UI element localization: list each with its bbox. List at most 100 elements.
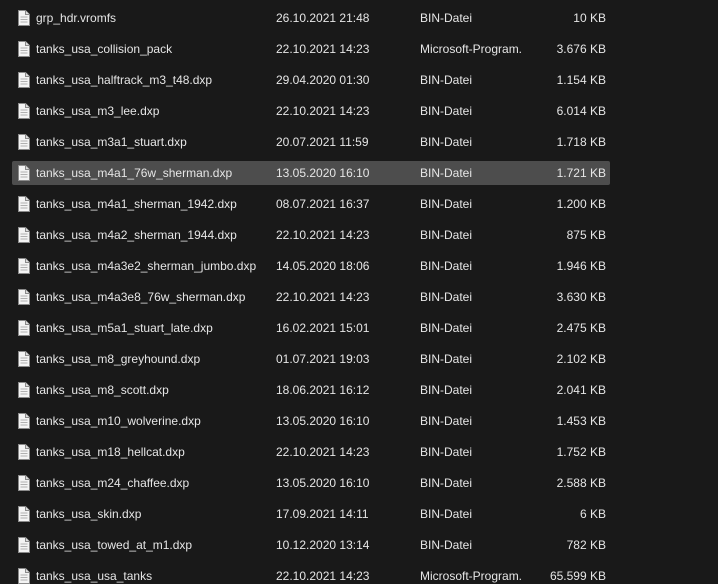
file-date-modified: 10.12.2020 13:14 (276, 538, 370, 552)
file-size: 3.676 KB (556, 42, 606, 56)
file-size: 1.946 KB (556, 259, 606, 273)
file-size: 2.102 KB (556, 352, 606, 366)
file-row[interactable]: tanks_usa_m3a1_stuart.dxp 20.07.2021 11:… (12, 130, 610, 154)
file-icon (18, 502, 32, 526)
file-size: 3.630 KB (556, 290, 606, 304)
file-name: tanks_usa_halftrack_m3_t48.dxp (36, 73, 213, 87)
file-row[interactable]: tanks_usa_m18_hellcat.dxp 22.10.2021 14:… (12, 440, 610, 464)
file-icon (18, 378, 32, 402)
file-icon (18, 6, 32, 30)
file-icon (18, 192, 32, 216)
file-icon (18, 533, 32, 557)
file-row[interactable]: tanks_usa_m8_greyhound.dxp 01.07.2021 19… (12, 347, 610, 371)
file-row[interactable]: tanks_usa_m3_lee.dxp 22.10.2021 14:23 BI… (12, 99, 610, 123)
file-size: 1.752 KB (556, 445, 606, 459)
file-type: Microsoft-Program... (420, 569, 522, 583)
file-size: 782 KB (566, 538, 606, 552)
file-row[interactable]: tanks_usa_m4a2_sherman_1944.dxp 22.10.20… (12, 223, 610, 247)
file-date-modified: 18.06.2021 16:12 (276, 383, 370, 397)
file-icon (18, 223, 32, 247)
file-type: BIN-Datei (420, 135, 473, 149)
file-icon (18, 37, 32, 61)
file-date-modified: 13.05.2020 16:10 (276, 166, 370, 180)
file-type: Microsoft-Program... (420, 42, 522, 56)
file-icon (18, 68, 32, 92)
file-icon (18, 254, 32, 278)
file-row[interactable]: tanks_usa_m8_scott.dxp 18.06.2021 16:12 … (12, 378, 610, 402)
file-row[interactable]: tanks_usa_m4a1_76w_sherman.dxp 13.05.202… (12, 161, 610, 185)
file-name: tanks_usa_m3_lee.dxp (36, 104, 160, 118)
file-type: BIN-Datei (420, 414, 473, 428)
file-row[interactable]: tanks_usa_halftrack_m3_t48.dxp 29.04.202… (12, 68, 610, 92)
file-name: tanks_usa_m5a1_stuart_late.dxp (36, 321, 213, 335)
file-type: BIN-Datei (420, 73, 473, 87)
file-type: BIN-Datei (420, 259, 473, 273)
file-type: BIN-Datei (420, 321, 473, 335)
file-name: grp_hdr.vromfs (36, 11, 117, 25)
file-size: 875 KB (566, 228, 606, 242)
file-icon (18, 564, 32, 584)
file-type: BIN-Datei (420, 290, 473, 304)
file-name: tanks_usa_m10_wolverine.dxp (36, 414, 201, 428)
file-row[interactable]: tanks_usa_skin.dxp 17.09.2021 14:11 BIN-… (12, 502, 610, 526)
file-row[interactable]: tanks_usa_m24_chaffee.dxp 13.05.2020 16:… (12, 471, 610, 495)
file-date-modified: 29.04.2020 01:30 (276, 73, 370, 87)
file-date-modified: 22.10.2021 14:23 (276, 104, 370, 118)
file-name: tanks_usa_m18_hellcat.dxp (36, 445, 185, 459)
file-name: tanks_usa_skin.dxp (36, 507, 142, 521)
file-name: tanks_usa_m8_greyhound.dxp (36, 352, 201, 366)
file-row[interactable]: tanks_usa_usa_tanks 22.10.2021 14:23 Mic… (12, 564, 610, 584)
file-date-modified: 22.10.2021 14:23 (276, 42, 370, 56)
file-name: tanks_usa_towed_at_m1.dxp (36, 538, 193, 552)
file-list: grp_hdr.vromfs 26.10.2021 21:48 BIN-Date… (0, 0, 718, 584)
file-icon (18, 285, 32, 309)
file-row[interactable]: tanks_usa_m4a1_sherman_1942.dxp 08.07.20… (12, 192, 610, 216)
file-type: BIN-Datei (420, 507, 473, 521)
file-size: 65.599 KB (549, 569, 606, 583)
file-row[interactable]: tanks_usa_m10_wolverine.dxp 13.05.2020 1… (12, 409, 610, 433)
file-size: 10 KB (573, 11, 606, 25)
file-row[interactable]: tanks_usa_m5a1_stuart_late.dxp 16.02.202… (12, 316, 610, 340)
file-icon (18, 409, 32, 433)
file-type: BIN-Datei (420, 228, 473, 242)
file-row[interactable]: tanks_usa_towed_at_m1.dxp 10.12.2020 13:… (12, 533, 610, 557)
file-icon (18, 99, 32, 123)
file-type: BIN-Datei (420, 11, 473, 25)
file-date-modified: 14.05.2020 18:06 (276, 259, 370, 273)
file-date-modified: 17.09.2021 14:11 (276, 507, 369, 521)
file-icon (18, 471, 32, 495)
file-row[interactable]: grp_hdr.vromfs 26.10.2021 21:48 BIN-Date… (12, 6, 610, 30)
file-name: tanks_usa_m4a1_76w_sherman.dxp (36, 166, 233, 180)
file-size: 2.475 KB (556, 321, 606, 335)
file-date-modified: 22.10.2021 14:23 (276, 228, 370, 242)
file-type: BIN-Datei (420, 383, 473, 397)
file-name: tanks_usa_m8_scott.dxp (36, 383, 169, 397)
file-size: 2.041 KB (556, 383, 606, 397)
file-date-modified: 16.02.2021 15:01 (276, 321, 370, 335)
file-size: 6 KB (579, 507, 606, 521)
file-size: 1.200 KB (556, 197, 606, 211)
file-size: 1.154 KB (556, 73, 606, 87)
file-row[interactable]: tanks_usa_collision_pack 22.10.2021 14:2… (12, 37, 610, 61)
file-name: tanks_usa_m4a1_sherman_1942.dxp (36, 197, 237, 211)
file-name: tanks_usa_m4a3e2_sherman_jumbo.dxp (36, 259, 257, 273)
file-name: tanks_usa_m4a2_sherman_1944.dxp (36, 228, 237, 242)
file-type: BIN-Datei (420, 197, 473, 211)
file-type: BIN-Datei (420, 476, 473, 490)
file-name: tanks_usa_m24_chaffee.dxp (36, 476, 190, 490)
file-size: 1.718 KB (556, 135, 606, 149)
file-name: tanks_usa_m3a1_stuart.dxp (36, 135, 187, 149)
file-date-modified: 13.05.2020 16:10 (276, 414, 370, 428)
file-row[interactable]: tanks_usa_m4a3e8_76w_sherman.dxp 22.10.2… (12, 285, 610, 309)
file-date-modified: 26.10.2021 21:48 (276, 11, 370, 25)
file-row[interactable]: tanks_usa_m4a3e2_sherman_jumbo.dxp 14.05… (12, 254, 610, 278)
file-date-modified: 22.10.2021 14:23 (276, 290, 370, 304)
file-icon (18, 161, 32, 185)
file-size: 6.014 KB (556, 104, 606, 118)
file-type: BIN-Datei (420, 104, 473, 118)
file-name: tanks_usa_usa_tanks (36, 569, 153, 583)
file-name: tanks_usa_collision_pack (36, 42, 173, 56)
file-type: BIN-Datei (420, 445, 473, 459)
file-date-modified: 01.07.2021 19:03 (276, 352, 370, 366)
file-size: 1.453 KB (556, 414, 606, 428)
